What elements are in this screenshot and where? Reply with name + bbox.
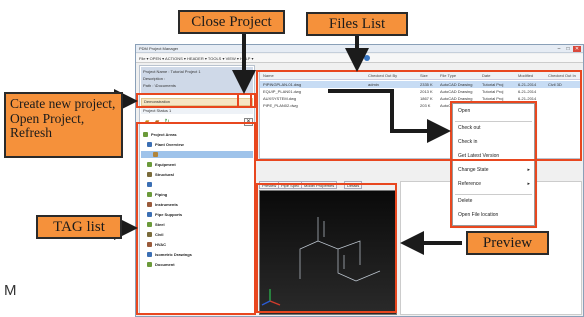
callout-tag-list: TAG list <box>36 215 122 239</box>
callout-files-list: Files List <box>306 12 408 36</box>
callout-create-new: Create new project, Open Project, Refres… <box>4 92 123 158</box>
callout-arrows <box>114 32 462 255</box>
stray-letter: M <box>4 282 17 299</box>
callout-close-project: Close Project <box>178 10 285 34</box>
callout-preview: Preview <box>466 231 549 255</box>
